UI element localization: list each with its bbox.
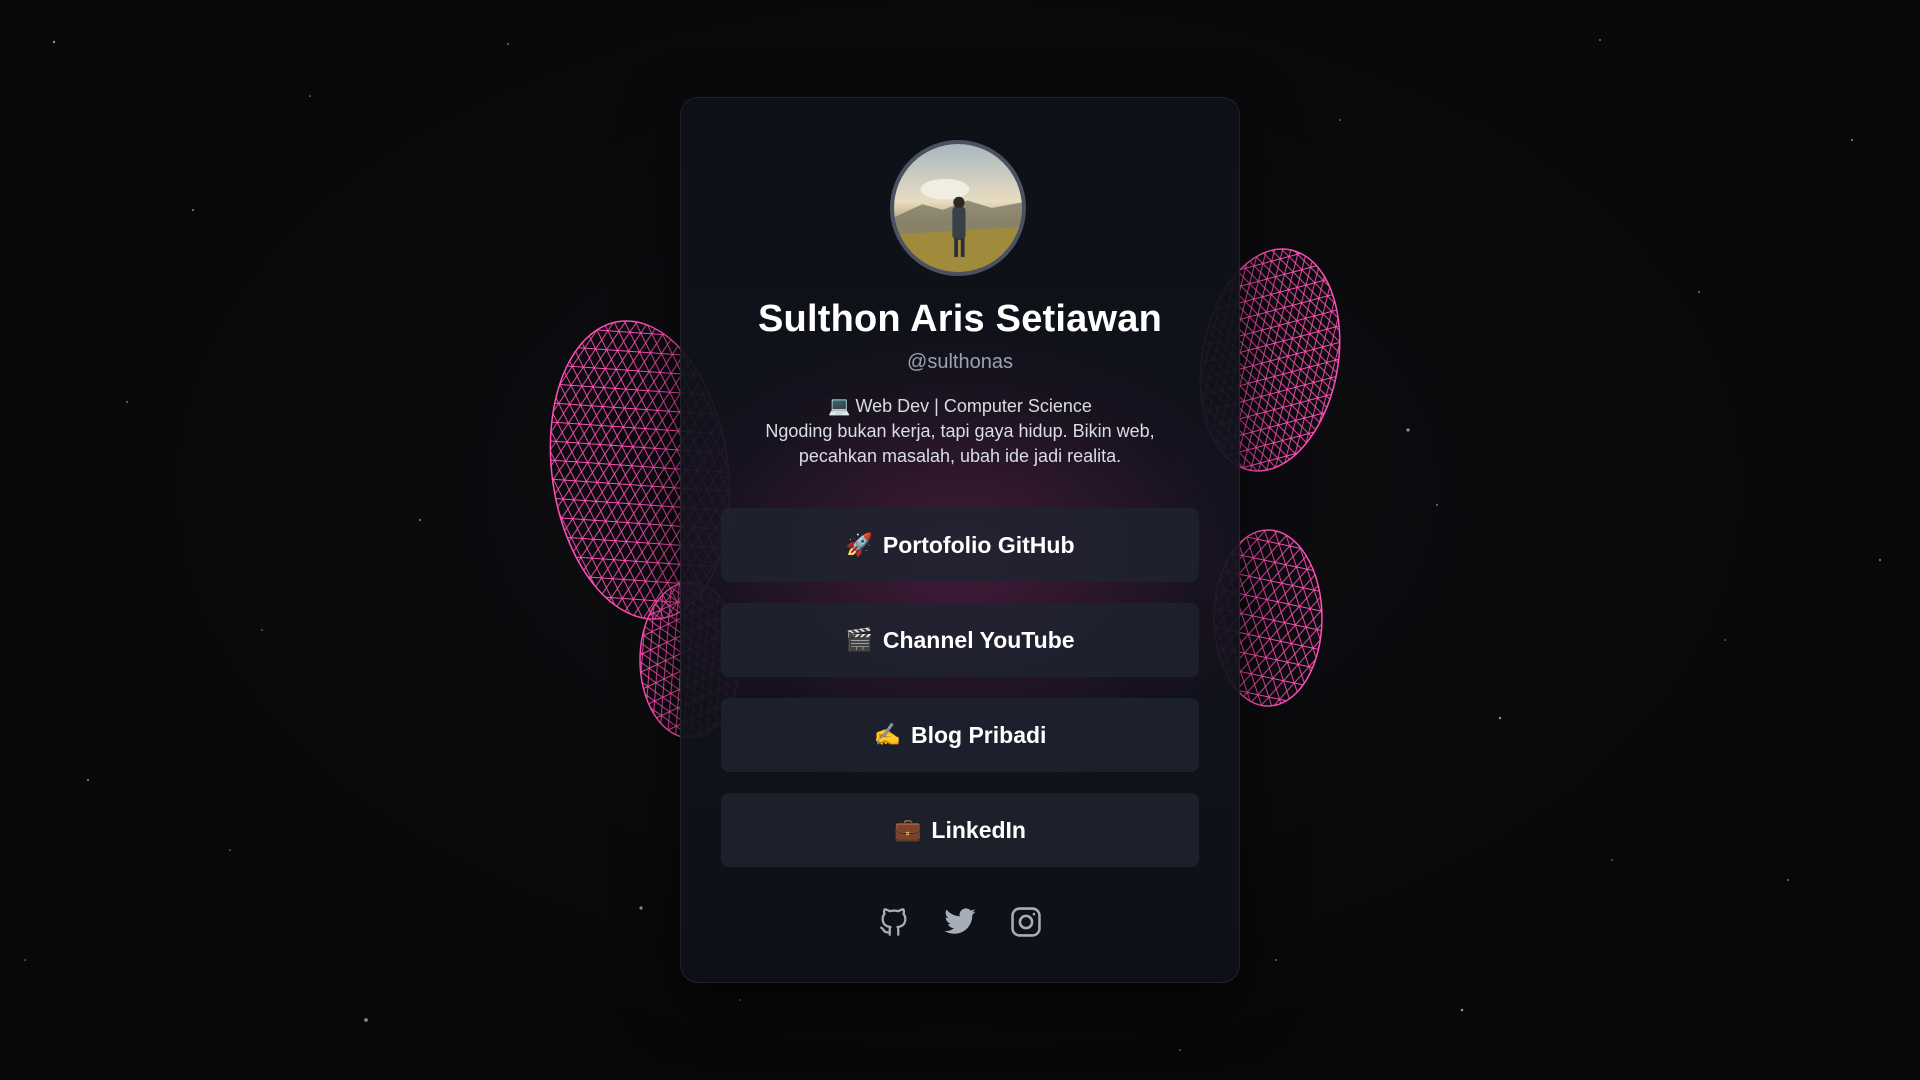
profile-name: Sulthon Aris Setiawan [758, 298, 1162, 340]
linkedin-button[interactable]: 💼 LinkedIn [721, 793, 1199, 867]
clapperboard-icon: 🎬 [845, 627, 873, 652]
profile-handle: @sulthonas [907, 351, 1013, 373]
github-icon[interactable] [876, 904, 912, 940]
avatar-photo [894, 144, 1022, 272]
writing-hand-icon: ✍️ [873, 722, 901, 747]
rocket-icon: 🚀 [845, 532, 873, 557]
social-links [681, 904, 1239, 940]
avatar [890, 140, 1026, 276]
link-label: LinkedIn [931, 816, 1026, 843]
instagram-icon[interactable] [1008, 904, 1044, 940]
link-label: Channel YouTube [882, 626, 1075, 653]
twitter-icon[interactable] [942, 904, 978, 940]
blog-pribadi-button[interactable]: ✍️ Blog Pribadi [721, 698, 1199, 772]
channel-youtube-button[interactable]: 🎬 Channel YouTube [721, 603, 1199, 677]
link-label: Portofolio GitHub [882, 531, 1075, 558]
page-background: Sulthon Aris Setiawan @sulthonas 💻 Web D… [0, 0, 1920, 1080]
link-list: 🚀 Portofolio GitHub 🎬 Channel YouTube ✍️… [721, 508, 1199, 888]
bio-tagline: 💻 Web Dev | Computer Science [828, 396, 1092, 416]
profile-bio: 💻 Web Dev | Computer Science Ngoding buk… [751, 394, 1169, 469]
link-label: Blog Pribadi [910, 721, 1047, 748]
profile-card: Sulthon Aris Setiawan @sulthonas 💻 Web D… [680, 97, 1240, 983]
bio-description: Ngoding bukan kerja, tapi gaya hidup. Bi… [765, 421, 1155, 466]
portfolio-github-button[interactable]: 🚀 Portofolio GitHub [721, 508, 1199, 582]
briefcase-icon: 💼 [894, 817, 922, 842]
